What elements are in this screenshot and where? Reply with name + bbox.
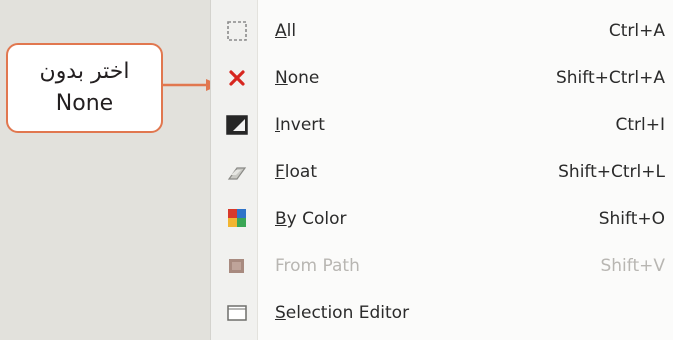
menu-item-shortcut: Shift+Ctrl+L	[558, 162, 665, 182]
menu-item-mnemonic: S	[275, 303, 286, 323]
menu-item-by-color[interactable]: By Color Shift+O	[211, 196, 673, 243]
callout-arabic-text: اختر بدون	[39, 59, 130, 84]
menu-item-label: election Editor	[285, 303, 410, 323]
menu-item-shortcut: Ctrl+A	[608, 21, 665, 41]
menu-item-label: y Color	[286, 209, 347, 229]
callout-english-text: None	[55, 91, 114, 116]
menu-item-label: nvert	[280, 115, 325, 135]
menu-item-shortcut: Shift+Ctrl+A	[555, 68, 665, 88]
menu-item-label: ll	[286, 21, 297, 41]
menu-item-mnemonic: B	[275, 209, 287, 229]
menu-item-shortcut: Shift+O	[598, 209, 665, 229]
menu-item-mnemonic: F	[275, 162, 285, 182]
menu-item-shortcut: Shift+V	[600, 256, 665, 276]
path-icon	[229, 259, 244, 273]
menu-item-label: loat	[284, 162, 317, 182]
menu-item-label: From Path	[275, 256, 360, 276]
select-menu: All Ctrl+A None Shift+Ctrl+A Invert Ctrl…	[210, 0, 673, 340]
callout-box: اختر بدون None	[6, 43, 163, 133]
float-icon	[227, 167, 247, 180]
menu-item-label: one	[287, 68, 320, 88]
color-select-icon	[228, 209, 246, 227]
menu-item-none[interactable]: None Shift+Ctrl+A	[211, 55, 673, 102]
red-x-icon	[229, 70, 245, 86]
menu-item-selection-editor[interactable]: Selection Editor	[211, 290, 673, 337]
menu-item-shortcut: Ctrl+I	[615, 115, 665, 135]
menu-item-float[interactable]: Float Shift+Ctrl+L	[211, 149, 673, 196]
menu-item-mnemonic: N	[275, 68, 288, 88]
menu-item-invert[interactable]: Invert Ctrl+I	[211, 102, 673, 149]
menu-item-mnemonic: A	[275, 21, 287, 41]
menu-item-all[interactable]: All Ctrl+A	[211, 8, 673, 55]
invert-icon	[226, 115, 248, 135]
select-all-icon	[227, 21, 247, 41]
menu-item-from-path: From Path Shift+V	[211, 243, 673, 290]
selection-editor-icon	[227, 305, 247, 321]
